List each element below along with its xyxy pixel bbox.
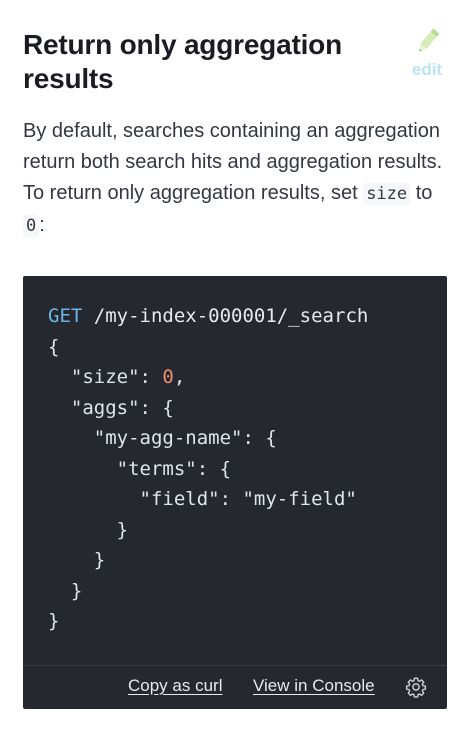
code-line: "my-agg-name": { bbox=[48, 427, 277, 449]
copy-as-curl-link[interactable]: Copy as curl bbox=[128, 674, 222, 698]
pencil-icon bbox=[419, 28, 440, 52]
http-method: GET bbox=[48, 305, 83, 327]
code-line: "size": 0, bbox=[48, 366, 185, 388]
code-token-punct: } bbox=[116, 518, 129, 541]
intro-paragraph: By default, searches containing an aggre… bbox=[23, 116, 447, 242]
inline-code-size: size bbox=[363, 183, 411, 205]
code-token-key: "size" bbox=[70, 366, 140, 388]
code-snippet: GET /my-index-000001/_search { "size": 0… bbox=[23, 276, 447, 709]
code-token-punct: : { bbox=[242, 427, 277, 449]
intro-text-to: to bbox=[410, 182, 433, 204]
code-line: "terms": { bbox=[48, 458, 231, 480]
code-line: } bbox=[48, 580, 82, 602]
code-token-punct: } bbox=[93, 549, 106, 571]
view-in-console-link[interactable]: View in Console bbox=[253, 674, 375, 698]
code-line: "field": "my-field" bbox=[48, 488, 357, 510]
code-token-punct: , bbox=[173, 366, 186, 388]
intro-text-end: : bbox=[39, 214, 45, 236]
code-token-key: "terms" bbox=[116, 457, 197, 480]
code-token-key: "my-agg-name" bbox=[93, 427, 243, 449]
code-line: } bbox=[48, 610, 59, 632]
code-line: } bbox=[48, 549, 105, 571]
code-actions: Copy as curl View in Console bbox=[23, 665, 447, 709]
inline-code-zero: 0 bbox=[23, 215, 40, 237]
code-token-punct: : bbox=[219, 488, 243, 510]
code-token-key: "field" bbox=[139, 488, 220, 510]
code-token-num: 0 bbox=[162, 366, 174, 388]
code-token-punct: } bbox=[70, 579, 83, 602]
code-line: } bbox=[48, 519, 128, 541]
code-lines: { "size": 0, "aggs": { "my-agg-name": { … bbox=[48, 336, 357, 633]
code-body: GET /my-index-000001/_search { "size": 0… bbox=[48, 301, 368, 637]
request-path: /my-index-000001/_search bbox=[93, 305, 369, 327]
edit-link[interactable]: edit bbox=[407, 26, 447, 82]
code-line: { bbox=[48, 336, 59, 358]
code-token-punct: : bbox=[139, 366, 163, 388]
code-token-key: "aggs" bbox=[70, 396, 140, 419]
section-header: Return only aggregation results edit bbox=[23, 0, 447, 110]
code-token-str: "my-field" bbox=[242, 488, 357, 510]
code-token-punct: : { bbox=[196, 457, 232, 480]
edit-label: edit bbox=[411, 60, 443, 79]
section-title: Return only aggregation results bbox=[23, 29, 342, 94]
doc-section: Return only aggregation results edit By … bbox=[23, 0, 447, 709]
code-token-punct: } bbox=[48, 610, 60, 632]
gear-icon[interactable] bbox=[405, 676, 427, 698]
code-line: "aggs": { bbox=[48, 397, 174, 419]
code-token-punct: { bbox=[48, 335, 60, 358]
code-token-punct: : { bbox=[139, 396, 174, 419]
